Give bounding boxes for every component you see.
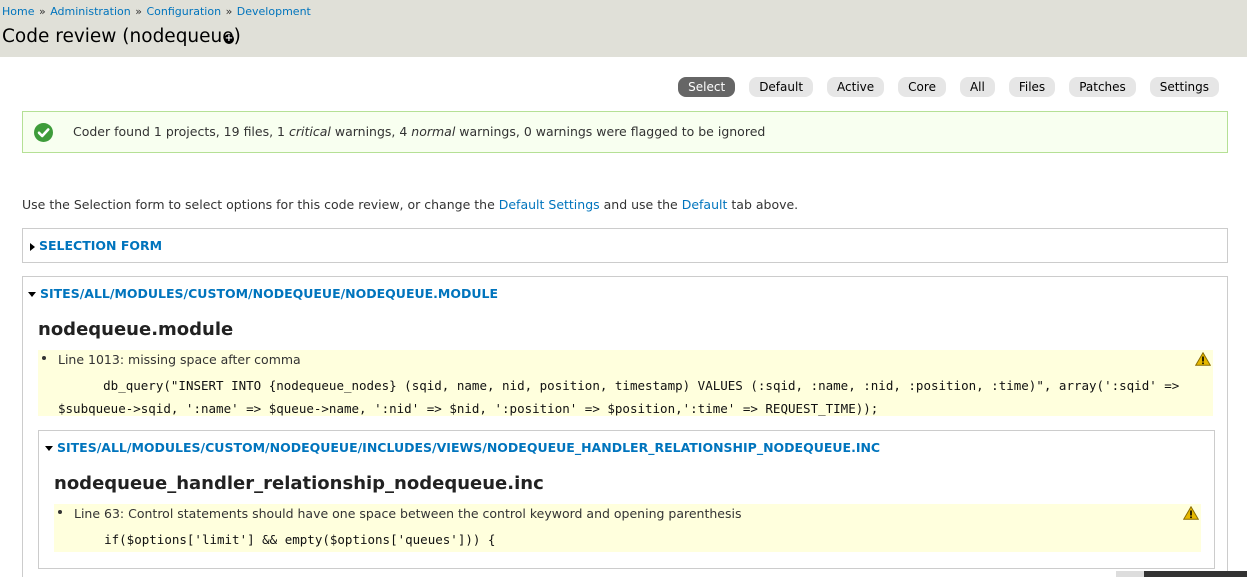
status-critical: critical [289, 124, 331, 139]
check-circle-icon [34, 123, 53, 142]
default-settings-link[interactable]: Default Settings [499, 197, 600, 212]
breadcrumb-home[interactable]: Home [2, 5, 34, 18]
list-bullet [42, 356, 46, 360]
warning-code: db_query("INSERT INTO {nodequeue_nodes} … [58, 378, 1187, 416]
warning-icon [1195, 352, 1211, 366]
inc-fieldset-toggle[interactable]: sites/all/modules/custom/nodequeue/inclu… [45, 440, 880, 455]
status-text: Coder found 1 projects, 19 files, 1 crit… [73, 124, 766, 139]
list-bullet [58, 510, 62, 514]
page-title: Code review (nodequeue) [2, 26, 241, 47]
tab-patches[interactable]: Patches [1069, 77, 1136, 97]
module-fieldset-toggle[interactable]: sites/all/modules/custom/nodequeue/nodeq… [28, 286, 498, 301]
status-message: Coder found 1 projects, 19 files, 1 crit… [22, 111, 1228, 153]
selection-form-toggle[interactable]: Selection form [30, 238, 162, 253]
breadcrumb-configuration[interactable]: Configuration [146, 5, 221, 18]
breadcrumb: Home » Administration » Configuration » … [2, 5, 311, 18]
status-normal: normal [411, 124, 456, 139]
tab-core[interactable]: Core [898, 77, 946, 97]
tab-all[interactable]: All [959, 77, 995, 97]
page-header: Home » Administration » Configuration » … [0, 0, 1247, 57]
chevron-right-icon [30, 242, 35, 251]
breadcrumb-administration[interactable]: Administration [50, 5, 131, 18]
inc-fieldset: sites/all/modules/custom/nodequeue/inclu… [38, 430, 1215, 569]
module-file-heading: nodequeue.module [38, 319, 234, 340]
warning-message: Line 63: Control statements should have … [74, 506, 742, 521]
tab-active[interactable]: Active [827, 77, 885, 97]
inc-file-heading: nodequeue_handler_relationship_nodequeue… [54, 473, 544, 494]
secondary-tabs: Select Default Active Core All Files Pat… [664, 77, 1219, 97]
selection-form-fieldset: Selection form [22, 228, 1228, 263]
plus-circle-icon[interactable]: + [224, 34, 234, 44]
tab-files[interactable]: Files [1008, 77, 1056, 97]
breadcrumb-development[interactable]: Development [237, 5, 311, 18]
default-tab-link[interactable]: Default [682, 197, 728, 212]
breadcrumb-separator: » [225, 5, 233, 18]
intro-text: Use the Selection form to select options… [22, 197, 799, 212]
breadcrumb-separator: » [135, 5, 142, 18]
tab-default[interactable]: Default [749, 77, 814, 97]
tab-select[interactable]: Select [678, 77, 736, 97]
chevron-down-icon [45, 446, 53, 451]
warning-icon [1183, 506, 1199, 520]
warning-message: Line 1013: missing space after comma [58, 352, 301, 367]
tab-settings[interactable]: Settings [1149, 77, 1219, 97]
inc-warning-item: Line 63: Control statements should have … [54, 504, 1201, 552]
breadcrumb-separator: » [38, 5, 46, 18]
chevron-down-icon [28, 292, 36, 297]
module-warning-item: Line 1013: missing space after comma db_… [38, 350, 1213, 416]
module-fieldset: sites/all/modules/custom/nodequeue/nodeq… [22, 276, 1228, 577]
horizontal-scrollbar[interactable] [1116, 571, 1247, 577]
warning-code: if($options['limit'] && empty($options['… [74, 532, 496, 547]
